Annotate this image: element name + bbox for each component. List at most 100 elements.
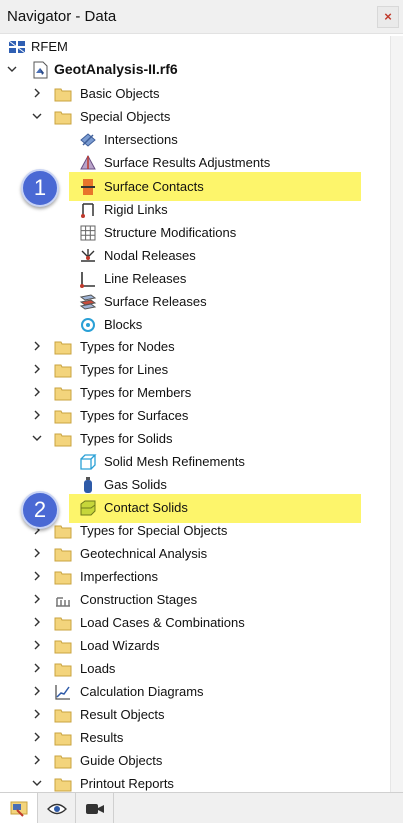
tree-item-solid-mesh-refinements[interactable]: Solid Mesh Refinements [0, 451, 390, 473]
folder-icon [54, 709, 72, 723]
chevron-right-icon[interactable] [32, 594, 42, 604]
tree-item-surface-releases[interactable]: Surface Releases [0, 291, 390, 313]
chevron-down-icon[interactable] [32, 111, 42, 121]
tree-item-structure-modifications[interactable]: Structure Modifications [0, 222, 390, 244]
chevron-right-icon[interactable] [32, 617, 42, 627]
chevron-right-icon[interactable] [32, 387, 42, 397]
tree-item-load-cases-combinations[interactable]: Load Cases & Combinations [0, 612, 390, 634]
tree-label: Imperfections [80, 569, 159, 584]
chevron-right-icon[interactable] [32, 640, 42, 650]
tree-item-load-wizards[interactable]: Load Wizards [0, 635, 390, 657]
contact-solids-icon [80, 500, 96, 516]
chevron-right-icon[interactable] [32, 663, 42, 673]
gas-solids-icon [84, 477, 92, 493]
tree-label: Contact Solids [104, 500, 188, 515]
camera-icon [85, 803, 104, 814]
tree-label: Types for Members [80, 385, 192, 400]
blocks-icon [81, 318, 95, 332]
chevron-right-icon[interactable] [32, 548, 42, 558]
folder-icon [54, 548, 72, 562]
folder-icon [54, 617, 72, 631]
chevron-down-icon[interactable] [32, 778, 42, 788]
surface-releases-icon [79, 294, 97, 310]
tree-label: Construction Stages [80, 592, 198, 607]
tree-label: Solid Mesh Refinements [104, 454, 245, 469]
chevron-right-icon[interactable] [32, 709, 42, 719]
tree-label: Rigid Links [104, 202, 168, 217]
folder-icon [54, 640, 72, 654]
tree-item-types-for-special-objects[interactable]: Types for Special Objects [0, 520, 390, 542]
tree-item-basic-objects[interactable]: Basic Objects [0, 83, 390, 105]
chevron-down-icon[interactable] [7, 64, 17, 74]
nodal-releases-icon [81, 249, 95, 262]
folder-icon [54, 341, 72, 355]
construction-stages-icon [56, 597, 70, 607]
tree-item-imperfections[interactable]: Imperfections [0, 566, 390, 588]
tree-item-types-for-nodes[interactable]: Types for Nodes [0, 336, 390, 358]
tree-item-rigid-links[interactable]: Rigid Links [0, 199, 390, 221]
eye-icon [46, 803, 67, 814]
tree-item-gas-solids[interactable]: Gas Solids [0, 474, 390, 496]
chevron-right-icon[interactable] [32, 410, 42, 420]
tree-item-types-for-members[interactable]: Types for Members [0, 382, 390, 404]
line-releases-icon [80, 272, 95, 288]
chevron-right-icon[interactable] [32, 88, 42, 98]
tree-item-results[interactable]: Results [0, 727, 390, 749]
tree-label-file: GeotAnalysis-II.rf6 [54, 61, 178, 77]
tab-data[interactable] [0, 793, 38, 823]
tree-item-surface-results-adjustments[interactable]: Surface Results Adjustments [0, 152, 390, 174]
tab-views[interactable] [76, 793, 114, 823]
tree-label: Types for Special Objects [80, 523, 228, 538]
tree-item-calculation-diagrams[interactable]: Calculation Diagrams [0, 681, 390, 703]
chevron-right-icon[interactable] [32, 364, 42, 374]
folder-icon [54, 525, 72, 539]
tree-item-result-objects[interactable]: Result Objects [0, 704, 390, 726]
tree-item-printout-reports[interactable]: Printout Reports [0, 773, 390, 792]
chevron-right-icon[interactable] [32, 341, 42, 351]
tree-item-geotechnical-analysis[interactable]: Geotechnical Analysis [0, 543, 390, 565]
tree-item-nodal-releases[interactable]: Nodal Releases [0, 245, 390, 267]
tree-label: Types for Surfaces [80, 408, 189, 423]
callout-badge-1: 1 [21, 169, 59, 207]
tree-label: Surface Releases [104, 294, 207, 309]
chevron-right-icon[interactable] [32, 732, 42, 742]
tree-item-types-for-lines[interactable]: Types for Lines [0, 359, 390, 381]
tree-label: Results [80, 730, 124, 745]
chevron-right-icon[interactable] [32, 755, 42, 765]
rigid-links-icon [81, 203, 94, 218]
tree-item-line-releases[interactable]: Line Releases [0, 268, 390, 290]
close-button[interactable]: × [377, 6, 399, 28]
tree-label: Gas Solids [104, 477, 167, 492]
navigator-tree: RFEM GeotAnalysis-II.rf6 Basic Objects S… [0, 36, 390, 792]
tree-item-intersections[interactable]: Intersections [0, 129, 390, 151]
chevron-right-icon[interactable] [32, 571, 42, 581]
folder-open-icon [54, 433, 72, 447]
tree-item-guide-objects[interactable]: Guide Objects [0, 750, 390, 772]
tree-item-types-for-solids[interactable]: Types for Solids [0, 428, 390, 450]
tree-item-special-objects[interactable]: Special Objects [0, 106, 390, 128]
vertical-scrollbar[interactable] [390, 36, 403, 792]
model-file-icon [33, 61, 48, 79]
tree-label: Basic Objects [80, 86, 160, 101]
tab-display[interactable] [38, 793, 76, 823]
tree-label: Line Releases [104, 271, 187, 286]
tree-label: Special Objects [80, 109, 171, 124]
folder-open-icon [54, 111, 72, 125]
tree-label: Types for Lines [80, 362, 169, 377]
chevron-right-icon[interactable] [32, 686, 42, 696]
tree-item-rfem[interactable]: RFEM [0, 36, 390, 58]
tree-item-construction-stages[interactable]: Construction Stages [0, 589, 390, 611]
tree-label: Types for Nodes [80, 339, 175, 354]
tree-label: Structure Modifications [104, 225, 237, 240]
tree-item-file[interactable]: GeotAnalysis-II.rf6 [0, 59, 390, 81]
folder-icon [54, 88, 72, 102]
tree-item-types-for-surfaces[interactable]: Types for Surfaces [0, 405, 390, 427]
tree-label: Printout Reports [80, 776, 174, 791]
tree-item-blocks[interactable]: Blocks [0, 314, 390, 336]
tree-item-loads[interactable]: Loads [0, 658, 390, 680]
chevron-down-icon[interactable] [32, 433, 42, 443]
title-bar: Navigator - Data × [0, 0, 403, 34]
structure-modifications-icon [80, 225, 96, 241]
tree-label: Calculation Diagrams [80, 684, 204, 699]
tree-label: Loads [80, 661, 116, 676]
